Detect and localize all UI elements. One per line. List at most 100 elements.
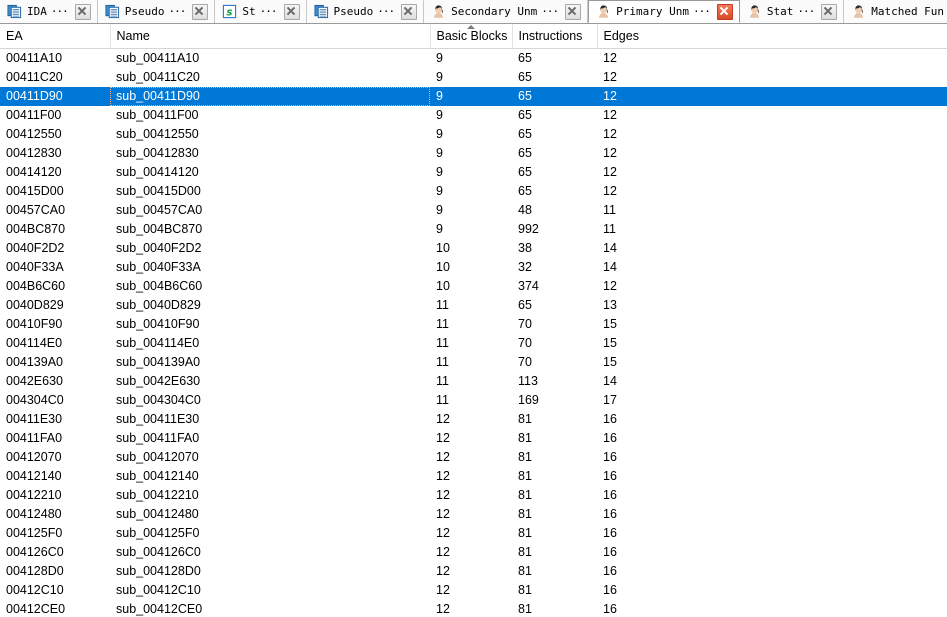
cell-name[interactable]: sub_00412070 bbox=[110, 448, 430, 467]
table-row[interactable]: 004139A0sub_004139A0117015 bbox=[0, 353, 947, 372]
cell-edges[interactable]: 12 bbox=[597, 182, 947, 201]
cell-edges[interactable]: 14 bbox=[597, 372, 947, 391]
table-row[interactable]: 0040F2D2sub_0040F2D2103814 bbox=[0, 239, 947, 258]
cell-ea[interactable]: 0040F2D2 bbox=[0, 239, 110, 258]
function-list-table[interactable]: EANameBasic BlocksInstructionsEdges 0041… bbox=[0, 24, 947, 617]
cell-basic_blocks[interactable]: 12 bbox=[430, 486, 512, 505]
cell-instructions[interactable]: 65 bbox=[512, 296, 597, 315]
cell-name[interactable]: sub_00412CE0 bbox=[110, 600, 430, 617]
cell-edges[interactable]: 15 bbox=[597, 353, 947, 372]
cell-name[interactable]: sub_00415D00 bbox=[110, 182, 430, 201]
cell-basic_blocks[interactable]: 12 bbox=[430, 448, 512, 467]
tab-pseudo[interactable]: Pseudo··· bbox=[307, 0, 425, 23]
cell-name[interactable]: sub_004BC870 bbox=[110, 220, 430, 239]
cell-basic_blocks[interactable]: 10 bbox=[430, 239, 512, 258]
tab-secondary-unm[interactable]: Secondary Unm··· bbox=[424, 0, 588, 23]
cell-edges[interactable]: 16 bbox=[597, 524, 947, 543]
cell-ea[interactable]: 00415D00 bbox=[0, 182, 110, 201]
table-row[interactable]: 00412CE0sub_00412CE0128116 bbox=[0, 600, 947, 617]
cell-instructions[interactable]: 65 bbox=[512, 48, 597, 68]
cell-ea[interactable]: 004304C0 bbox=[0, 391, 110, 410]
cell-edges[interactable]: 16 bbox=[597, 429, 947, 448]
cell-ea[interactable]: 004B6C60 bbox=[0, 277, 110, 296]
cell-edges[interactable]: 16 bbox=[597, 581, 947, 600]
cell-edges[interactable]: 16 bbox=[597, 467, 947, 486]
cell-ea[interactable]: 00412140 bbox=[0, 467, 110, 486]
cell-basic_blocks[interactable]: 12 bbox=[430, 467, 512, 486]
cell-basic_blocks[interactable]: 12 bbox=[430, 524, 512, 543]
cell-instructions[interactable]: 81 bbox=[512, 410, 597, 429]
tab-close-icon[interactable] bbox=[565, 4, 581, 20]
cell-ea[interactable]: 004139A0 bbox=[0, 353, 110, 372]
cell-instructions[interactable]: 374 bbox=[512, 277, 597, 296]
cell-instructions[interactable]: 169 bbox=[512, 391, 597, 410]
cell-basic_blocks[interactable]: 11 bbox=[430, 334, 512, 353]
table-row[interactable]: 0040D829sub_0040D829116513 bbox=[0, 296, 947, 315]
table-row[interactable]: 00411D90sub_00411D9096512 bbox=[0, 87, 947, 106]
cell-instructions[interactable]: 81 bbox=[512, 524, 597, 543]
cell-instructions[interactable]: 32 bbox=[512, 258, 597, 277]
cell-ea[interactable]: 00414120 bbox=[0, 163, 110, 182]
cell-basic_blocks[interactable]: 9 bbox=[430, 220, 512, 239]
cell-basic_blocks[interactable]: 12 bbox=[430, 543, 512, 562]
cell-ea[interactable]: 00411FA0 bbox=[0, 429, 110, 448]
column-header-edges[interactable]: Edges bbox=[597, 24, 947, 48]
tab-primary-unm[interactable]: Primary Unm··· bbox=[588, 0, 740, 23]
cell-instructions[interactable]: 38 bbox=[512, 239, 597, 258]
cell-ea[interactable]: 004125F0 bbox=[0, 524, 110, 543]
cell-instructions[interactable]: 81 bbox=[512, 600, 597, 617]
cell-basic_blocks[interactable]: 9 bbox=[430, 163, 512, 182]
cell-basic_blocks[interactable]: 9 bbox=[430, 201, 512, 220]
cell-ea[interactable]: 00412210 bbox=[0, 486, 110, 505]
cell-ea[interactable]: 00412070 bbox=[0, 448, 110, 467]
cell-instructions[interactable]: 81 bbox=[512, 581, 597, 600]
cell-name[interactable]: sub_0040D829 bbox=[110, 296, 430, 315]
cell-instructions[interactable]: 65 bbox=[512, 125, 597, 144]
table-header[interactable]: EANameBasic BlocksInstructionsEdges bbox=[0, 24, 947, 48]
cell-instructions[interactable]: 81 bbox=[512, 562, 597, 581]
table-row[interactable]: 00412550sub_0041255096512 bbox=[0, 125, 947, 144]
cell-ea[interactable]: 00411D90 bbox=[0, 87, 110, 106]
cell-name[interactable]: sub_00411F00 bbox=[110, 106, 430, 125]
cell-edges[interactable]: 14 bbox=[597, 258, 947, 277]
function-list-panel[interactable]: EANameBasic BlocksInstructionsEdges 0041… bbox=[0, 24, 947, 617]
cell-name[interactable]: sub_00411A10 bbox=[110, 48, 430, 68]
cell-name[interactable]: sub_00411D90 bbox=[110, 87, 430, 106]
cell-basic_blocks[interactable]: 9 bbox=[430, 48, 512, 68]
cell-edges[interactable]: 13 bbox=[597, 296, 947, 315]
cell-ea[interactable]: 00412CE0 bbox=[0, 600, 110, 617]
cell-instructions[interactable]: 48 bbox=[512, 201, 597, 220]
cell-name[interactable]: sub_00412C10 bbox=[110, 581, 430, 600]
table-row[interactable]: 0040F33Asub_0040F33A103214 bbox=[0, 258, 947, 277]
cell-name[interactable]: sub_00411E30 bbox=[110, 410, 430, 429]
cell-instructions[interactable]: 81 bbox=[512, 467, 597, 486]
table-row[interactable]: 00411FA0sub_00411FA0128116 bbox=[0, 429, 947, 448]
cell-instructions[interactable]: 65 bbox=[512, 106, 597, 125]
tab-st[interactable]: sSt··· bbox=[215, 0, 306, 23]
cell-basic_blocks[interactable]: 11 bbox=[430, 315, 512, 334]
cell-ea[interactable]: 00412550 bbox=[0, 125, 110, 144]
table-row[interactable]: 00411F00sub_00411F0096512 bbox=[0, 106, 947, 125]
cell-instructions[interactable]: 65 bbox=[512, 163, 597, 182]
cell-name[interactable]: sub_00411FA0 bbox=[110, 429, 430, 448]
cell-ea[interactable]: 00412830 bbox=[0, 144, 110, 163]
cell-edges[interactable]: 11 bbox=[597, 220, 947, 239]
cell-name[interactable]: sub_004114E0 bbox=[110, 334, 430, 353]
table-row[interactable]: 00411C20sub_00411C2096512 bbox=[0, 68, 947, 87]
cell-name[interactable]: sub_00412480 bbox=[110, 505, 430, 524]
table-row[interactable]: 00415D00sub_00415D0096512 bbox=[0, 182, 947, 201]
table-row[interactable]: 00412C10sub_00412C10128116 bbox=[0, 581, 947, 600]
tab-ida[interactable]: IDA··· bbox=[0, 0, 98, 23]
tab-stat[interactable]: Stat··· bbox=[740, 0, 844, 23]
cell-instructions[interactable]: 65 bbox=[512, 87, 597, 106]
cell-ea[interactable]: 004128D0 bbox=[0, 562, 110, 581]
cell-name[interactable]: sub_00412140 bbox=[110, 467, 430, 486]
cell-edges[interactable]: 12 bbox=[597, 68, 947, 87]
cell-name[interactable]: sub_004128D0 bbox=[110, 562, 430, 581]
cell-basic_blocks[interactable]: 11 bbox=[430, 353, 512, 372]
cell-ea[interactable]: 00457CA0 bbox=[0, 201, 110, 220]
cell-edges[interactable]: 16 bbox=[597, 486, 947, 505]
cell-basic_blocks[interactable]: 12 bbox=[430, 410, 512, 429]
table-row[interactable]: 00412830sub_0041283096512 bbox=[0, 144, 947, 163]
cell-instructions[interactable]: 81 bbox=[512, 448, 597, 467]
